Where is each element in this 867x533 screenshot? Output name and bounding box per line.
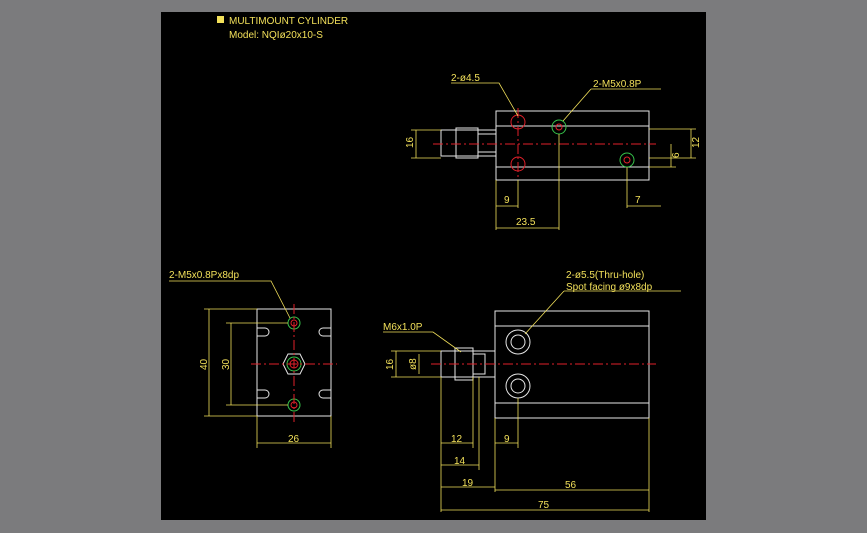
side-hole-pos-dim: 9 [504,434,510,445]
end-tap-callout: 2-M5x0.8Px8dp [169,270,239,281]
side-thru-callout-line2: Spot facing ø9x8dp [566,282,653,293]
top-tap-pos-dim: 7 [635,195,641,206]
side-total-dim: 75 [538,500,550,511]
end-height-dim: 40 [199,358,210,370]
top-taps-callout: 2-M5x0.8P [593,79,642,90]
end-pitch-dim: 30 [221,358,232,370]
end-width-dim: 26 [288,434,300,445]
side-thread-callout: M6x1.0P [383,322,423,333]
side-front-dim: 19 [462,478,474,489]
side-body-dim: 56 [565,480,577,491]
end-view [169,280,337,448]
top-offset-dim: 6 [671,152,682,158]
title-marker-icon [217,16,224,23]
top-hole-pos-dim: 9 [504,195,510,206]
top-view [411,82,696,230]
side-boss-dim: 16 [385,358,396,370]
cad-drawing-viewport[interactable]: MULTIMOUNT CYLINDER Model: NQIø20x10-S 2… [161,12,706,520]
top-length-dim: 23.5 [516,217,536,228]
side-rod-len-dim: 12 [451,434,463,445]
top-holes-callout: 2-ø4.5 [451,73,480,84]
model-label: Model: NQIø20x10-S [229,30,323,41]
drawing-canvas: MULTIMOUNT CYLINDER Model: NQIø20x10-S 2… [169,16,702,512]
side-view [383,290,681,512]
side-thru-callout-line1: 2-ø5.5(Thru-hole) [566,270,644,281]
side-rod-ext-dim: 14 [454,456,466,467]
top-height-dim: 12 [691,136,702,148]
side-rod-dia-dim: ø8 [408,358,419,370]
top-rod-dim: 16 [405,136,416,148]
drawing-title: MULTIMOUNT CYLINDER [229,16,348,27]
